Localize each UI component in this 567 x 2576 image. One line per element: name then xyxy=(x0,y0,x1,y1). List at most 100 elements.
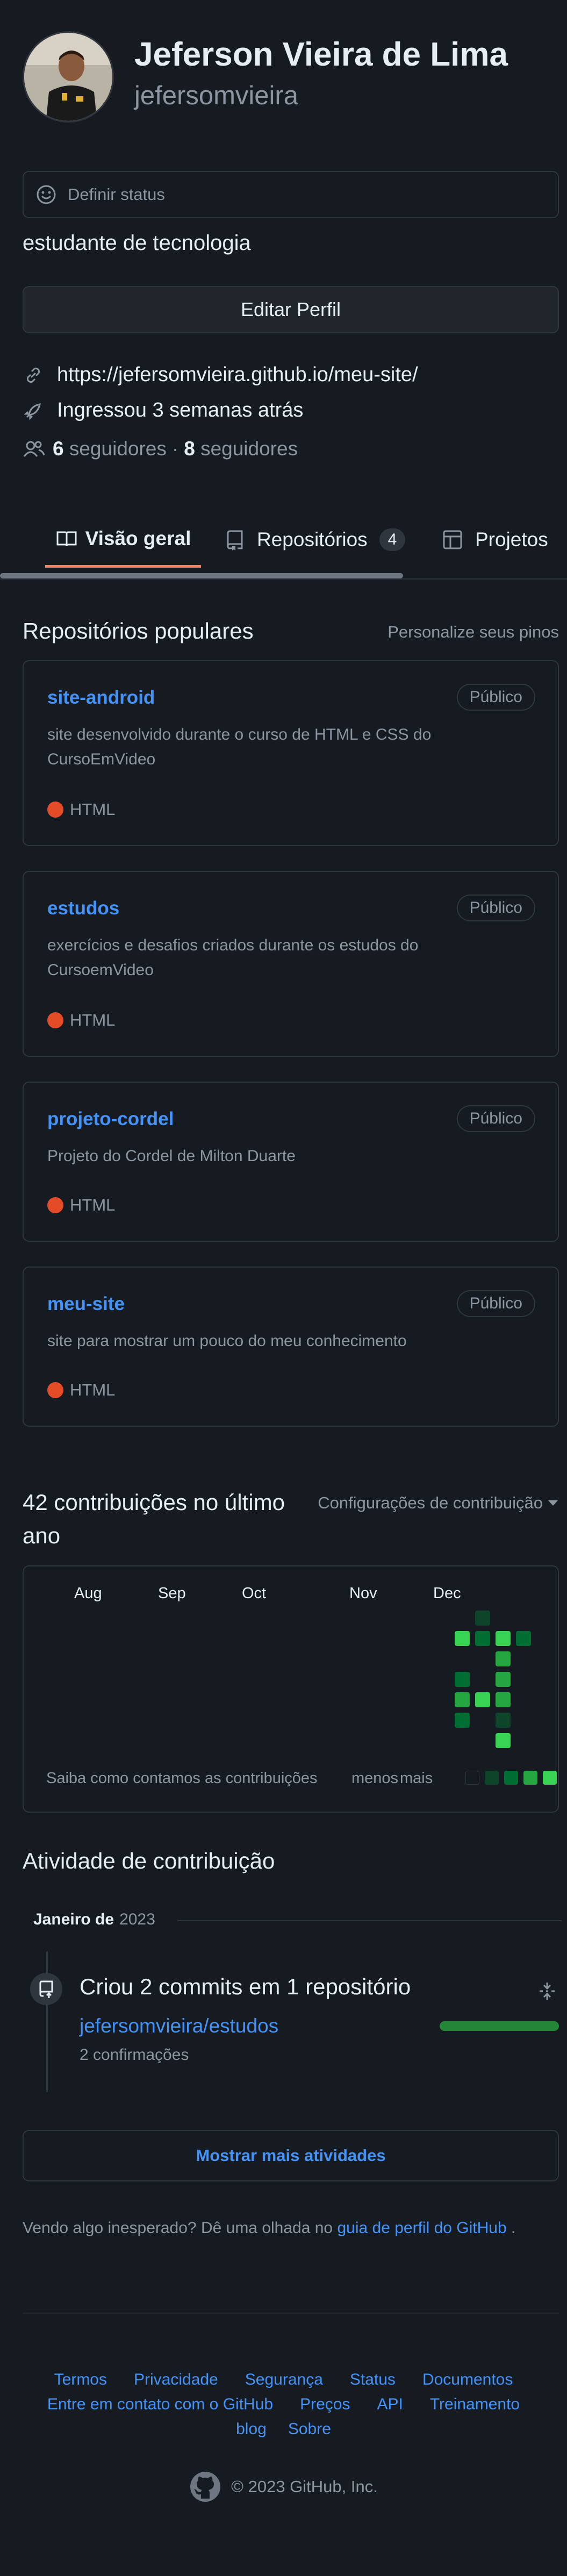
joined-text: Ingressou 3 semanas atrás xyxy=(57,399,304,421)
activity-event-title: Criou 2 commits em 1 repositório xyxy=(80,1974,411,1999)
contribution-cell[interactable] xyxy=(496,1651,511,1666)
visibility-badge: Público xyxy=(456,895,535,921)
learn-contributions-link[interactable]: Saiba como contamos as contribuições xyxy=(46,1770,318,1787)
repo-description: Projeto do Cordel de Milton Duarte xyxy=(47,1147,296,1165)
followers-separator: · xyxy=(171,438,179,460)
followers-count: 6 xyxy=(53,438,64,460)
tab-projects[interactable]: Projetos xyxy=(442,512,548,568)
contribution-cell[interactable] xyxy=(455,1631,470,1646)
customize-pins-link[interactable]: Personalize seus pinos xyxy=(387,622,559,642)
repo-language: HTML xyxy=(47,1011,115,1030)
footer-link-privacy[interactable]: Privacidade xyxy=(134,2371,218,2389)
contribution-settings-dropdown[interactable]: Configurações de contribuição xyxy=(318,1493,559,1513)
people-icon xyxy=(23,441,45,457)
footer-link-api[interactable]: API xyxy=(377,2395,403,2414)
contribution-cell[interactable] xyxy=(455,1692,470,1707)
language-name: HTML xyxy=(70,1196,116,1214)
visibility-badge: Público xyxy=(456,684,535,711)
footer-copyright-row: © 2023 GitHub, Inc. xyxy=(0,2471,567,2503)
table-icon xyxy=(443,530,462,549)
repo-description: site desenvolvido durante o curso de HTM… xyxy=(47,726,432,768)
following-label: seguidores xyxy=(200,438,298,460)
language-color-dot xyxy=(47,1382,63,1398)
rocket-icon xyxy=(24,403,41,420)
show-more-label: Mostrar mais atividades xyxy=(196,2146,386,2165)
footer-links: Termos Privacidade Segurança Status Docu… xyxy=(0,2371,567,2438)
repo-card: site-android Público site desenvolvido d… xyxy=(23,660,559,846)
commit-icon-badge xyxy=(30,1973,62,2005)
legend-less-label: menos xyxy=(351,1770,399,1787)
footer-divider xyxy=(23,2313,559,2314)
edit-profile-button[interactable]: Editar Perfil xyxy=(23,286,559,333)
language-color-dot xyxy=(47,1012,63,1028)
contribution-cell[interactable] xyxy=(496,1631,511,1646)
footer-link-pricing[interactable]: Preços xyxy=(300,2395,350,2414)
profile-bio: estudante de tecnologia xyxy=(23,231,251,255)
set-status-button[interactable]: Definir status xyxy=(23,171,559,218)
website-link[interactable]: https://jefersomvieira.github.io/meu-sit… xyxy=(57,363,418,387)
contribution-cell[interactable] xyxy=(496,1692,511,1707)
book-icon xyxy=(56,531,77,546)
smiley-icon xyxy=(37,185,56,204)
footer-link-security[interactable]: Segurança xyxy=(245,2371,323,2389)
visibility-badge: Público xyxy=(456,1105,535,1132)
tab-repositories-label: Repositórios xyxy=(257,528,368,550)
activity-repo-link[interactable]: jefersomvieira/estudos xyxy=(80,2015,278,2037)
visibility-badge: Público xyxy=(456,1290,535,1317)
repo-card: meu-site Público site para mostrar um po… xyxy=(23,1266,559,1427)
contribution-cell[interactable] xyxy=(516,1631,531,1646)
followers-row: 6 seguidores · 8 seguidores xyxy=(23,438,298,460)
footer-link-terms[interactable]: Termos xyxy=(54,2371,107,2389)
show-more-activity-button[interactable]: Mostrar mais atividades xyxy=(23,2130,559,2181)
repo-language: HTML xyxy=(47,1380,115,1400)
popular-repos-title: Repositórios populares xyxy=(23,618,254,643)
edit-profile-label: Editar Perfil xyxy=(240,298,341,320)
tab-overview[interactable]: Visão geral xyxy=(45,512,201,568)
repo-icon xyxy=(227,530,243,550)
repo-description: site para mostrar um pouco do meu conhec… xyxy=(47,1332,407,1350)
contribution-cell[interactable] xyxy=(496,1733,511,1748)
following-link[interactable]: 8 seguidores xyxy=(184,438,298,460)
activity-progress-bar xyxy=(440,2021,559,2031)
activity-commit-count: 2 confirmações xyxy=(80,2046,189,2064)
tab-overview-label: Visão geral xyxy=(85,527,191,549)
github-logo-icon[interactable] xyxy=(189,2471,221,2503)
profile-guide-link[interactable]: guia de perfil do GitHub xyxy=(337,2219,506,2237)
repo-language: HTML xyxy=(47,1196,115,1215)
avatar[interactable] xyxy=(23,31,114,123)
footer-link-docs[interactable]: Documentos xyxy=(422,2371,513,2389)
followers-label: seguidores xyxy=(69,438,167,460)
contribution-cell[interactable] xyxy=(496,1672,511,1687)
contribution-cell[interactable] xyxy=(496,1713,511,1728)
footer-link-status[interactable]: Status xyxy=(350,2371,396,2389)
unexpected-period: . xyxy=(511,2219,516,2237)
footer-link-blog[interactable]: blog xyxy=(236,2420,267,2438)
footer-link-training[interactable]: Treinamento xyxy=(430,2395,520,2414)
website-row: https://jefersomvieira.github.io/meu-sit… xyxy=(23,363,418,387)
repo-card: projeto-cordel Público Projeto do Cordel… xyxy=(23,1082,559,1242)
contribution-cell[interactable] xyxy=(475,1631,490,1646)
contribution-cell[interactable] xyxy=(475,1692,490,1707)
activity-title: Atividade de contribuição xyxy=(23,1848,275,1873)
contribution-cell[interactable] xyxy=(455,1713,470,1728)
activity-month: Janeiro de xyxy=(33,1910,114,1928)
followers-link[interactable]: 6 seguidores xyxy=(53,438,167,460)
repo-language: HTML xyxy=(47,800,115,819)
language-color-dot xyxy=(47,1197,63,1213)
repo-description: exercícios e desafios criados durante os… xyxy=(47,936,419,979)
repo-name-link[interactable]: site-android xyxy=(47,687,155,709)
footer-link-contact[interactable]: Entre em contato com o GitHub xyxy=(47,2395,273,2414)
footer-link-about[interactable]: Sobre xyxy=(288,2420,331,2438)
tabs-scrollbar[interactable] xyxy=(0,573,403,578)
repo-name-link[interactable]: meu-site xyxy=(47,1293,125,1315)
contribution-cell[interactable] xyxy=(455,1672,470,1687)
tab-repositories[interactable]: Repositórios 4 xyxy=(225,512,406,568)
fold-icon[interactable] xyxy=(536,1980,558,2002)
caret-down-icon xyxy=(548,1500,558,1506)
tab-projects-label: Projetos xyxy=(475,528,548,550)
repo-name-link[interactable]: projeto-cordel xyxy=(47,1108,174,1130)
month-divider xyxy=(177,1920,562,1921)
joined-row: Ingressou 3 semanas atrás xyxy=(23,399,303,422)
contribution-cell[interactable] xyxy=(475,1611,490,1626)
repo-name-link[interactable]: estudos xyxy=(47,898,119,919)
